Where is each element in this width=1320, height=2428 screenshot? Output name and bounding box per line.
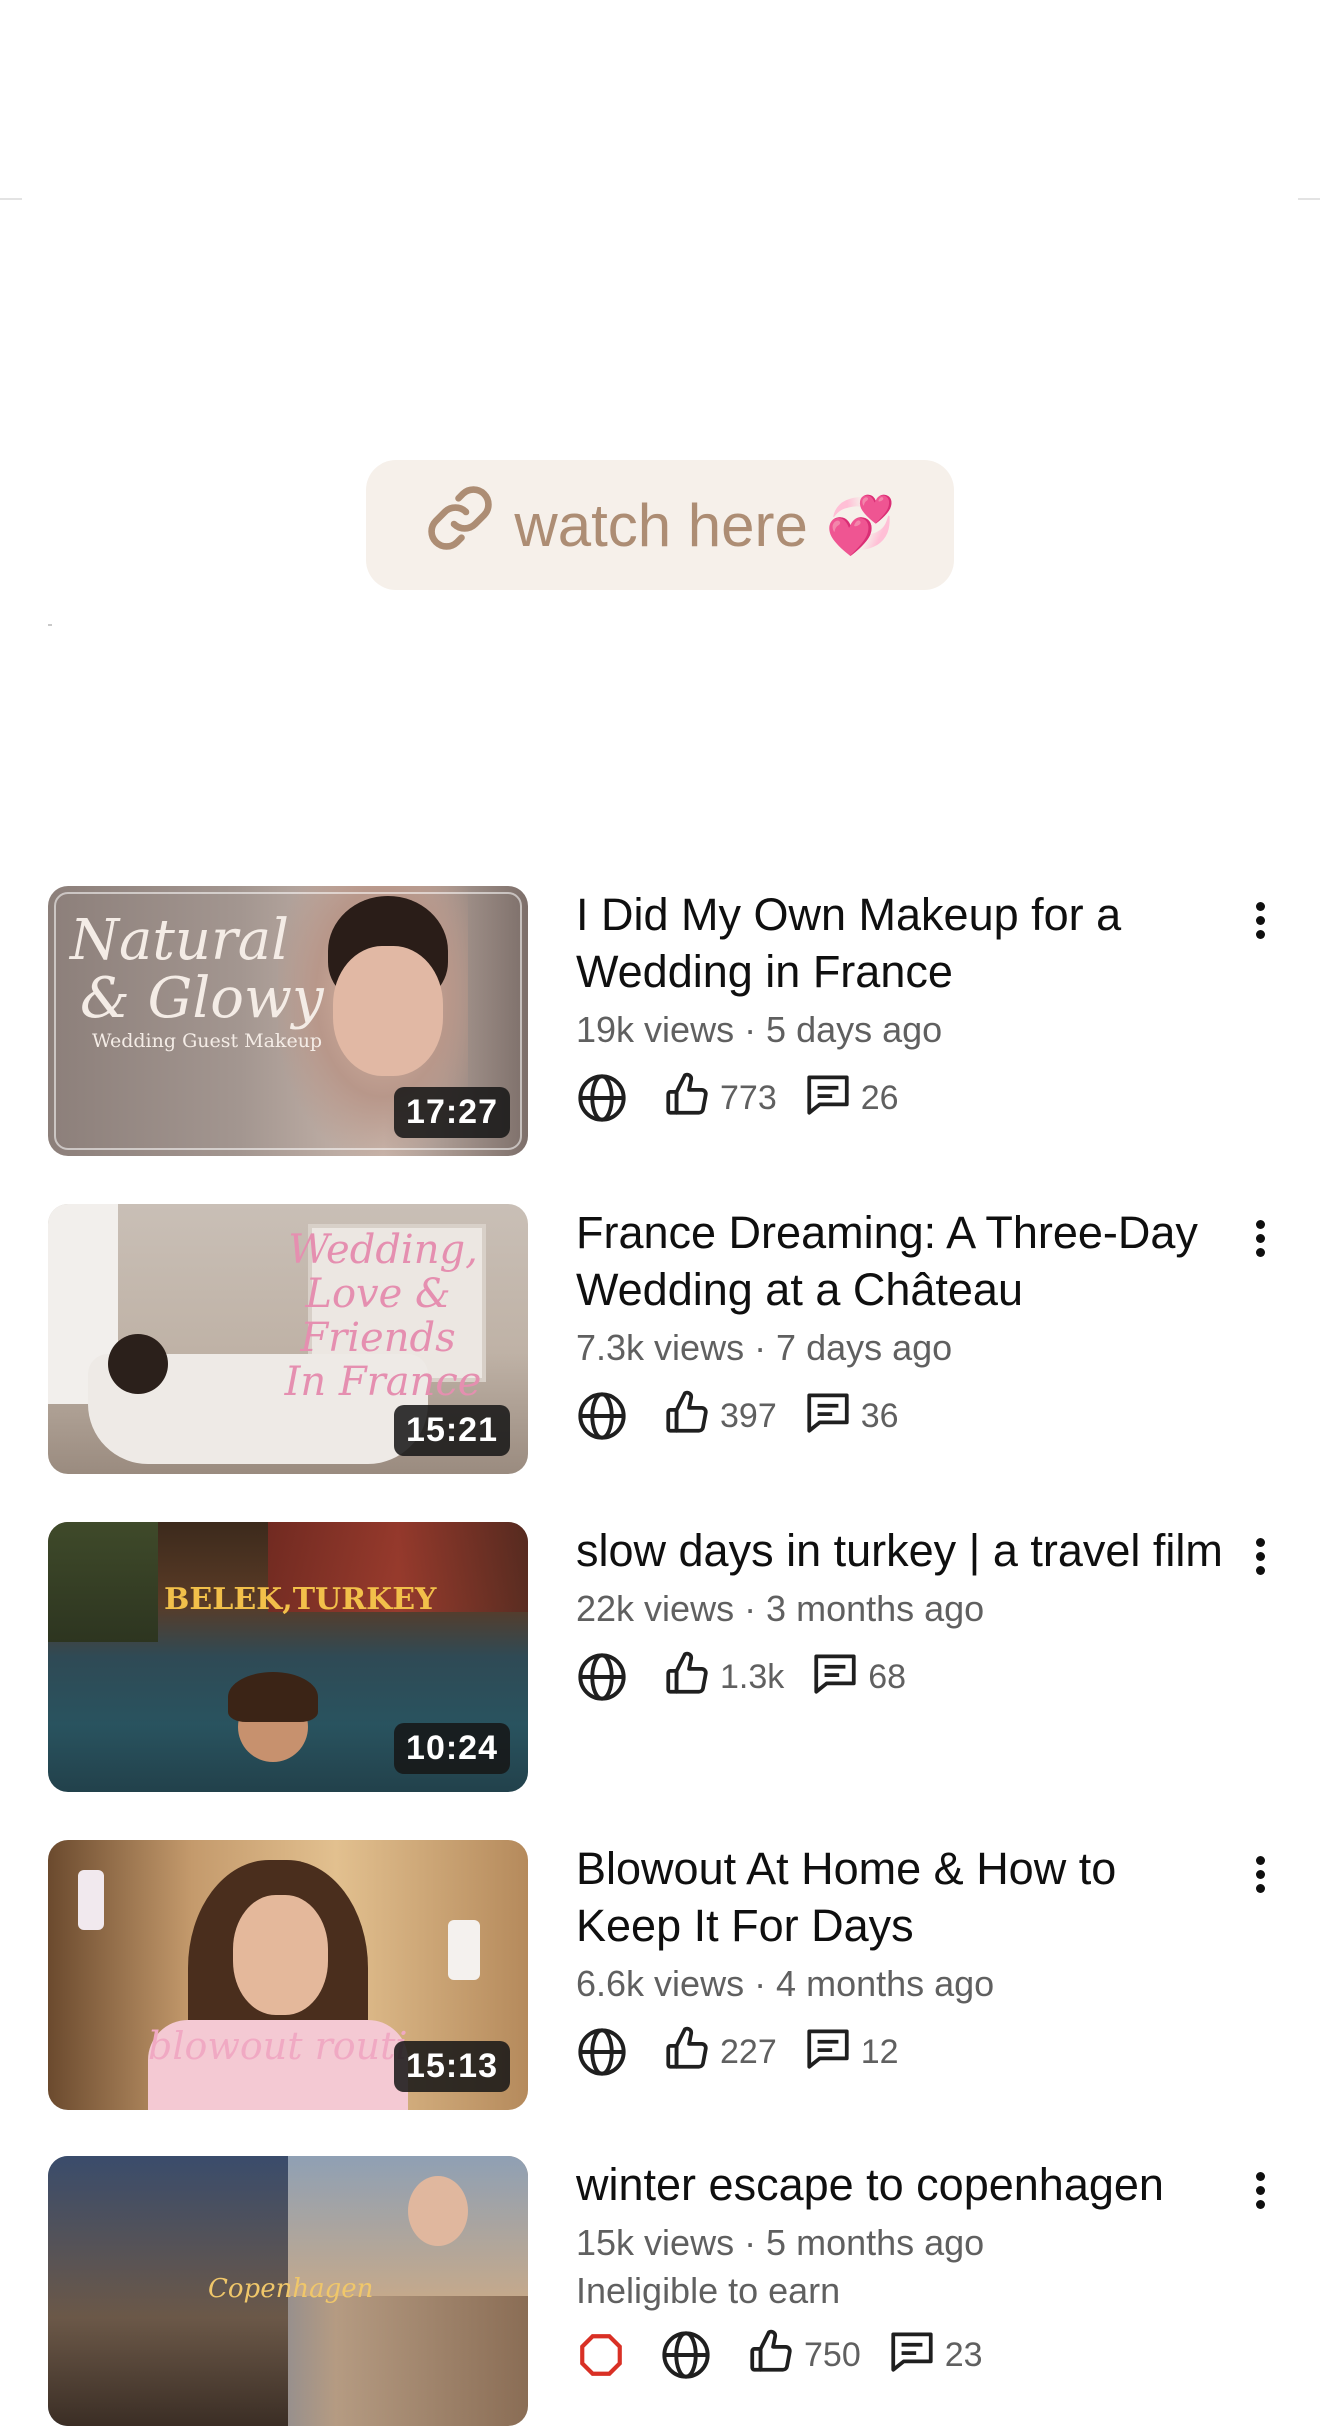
thumbs-up-icon — [662, 2023, 720, 2082]
comment-icon — [803, 1069, 861, 1128]
thumbnail-title: Natural & Glowy Wedding Guest Makeup — [70, 908, 324, 1053]
video-duration: 15:13 — [394, 2041, 510, 2092]
comments-stat: 26 — [803, 1069, 899, 1128]
video-stats: 227 12 — [576, 2026, 1226, 2078]
video-item[interactable]: Natural & Glowy Wedding Guest Makeup 17:… — [48, 886, 1288, 1158]
public-globe-icon — [576, 1072, 636, 1124]
video-thumbnail[interactable]: blowout routi 15:13 — [48, 1840, 528, 2110]
more-options-icon[interactable] — [1232, 1846, 1288, 1902]
video-title[interactable]: slow days in turkey | a travel film — [576, 1522, 1226, 1579]
thumbnail-title: Wedding, Love & Friends In France — [284, 1227, 482, 1405]
likes-stat: 227 — [662, 2023, 777, 2082]
comment-icon — [810, 1648, 868, 1707]
revolving-hearts-emoji: 💞 — [825, 493, 896, 556]
likes-stat: 773 — [662, 1069, 777, 1128]
video-duration: 10:24 — [394, 1723, 510, 1774]
comments-stat: 36 — [803, 1387, 899, 1446]
more-options-icon[interactable] — [1232, 2162, 1288, 2218]
video-stats: 773 26 — [576, 1072, 1226, 1124]
video-item[interactable]: Wedding, Love & Friends In France 15:21 … — [48, 1204, 1288, 1476]
more-options-icon[interactable] — [1232, 892, 1288, 948]
video-item[interactable]: BELEK,TURKEY 10:24 slow days in turkey |… — [48, 1522, 1288, 1794]
video-meta: 22k views · 3 months ago — [576, 1588, 985, 1629]
comments-stat: 23 — [887, 2326, 983, 2385]
public-globe-icon — [576, 1651, 636, 1703]
video-meta: 15k views · 5 months ago — [576, 2222, 985, 2263]
monetization-status: Ineligible to earn — [576, 2270, 841, 2311]
video-item[interactable]: Copenhagen winter escape to copenhagen 1… — [48, 2156, 1288, 2428]
likes-stat: 1.3k — [662, 1648, 784, 1707]
thumbs-up-icon — [662, 1648, 720, 1707]
video-item[interactable]: blowout routi 15:13 Blowout At Home & Ho… — [48, 1840, 1288, 2112]
comments-stat: 12 — [803, 2023, 899, 2082]
public-globe-icon — [660, 2329, 720, 2381]
video-title[interactable]: I Did My Own Makeup for a Wedding in Fra… — [576, 886, 1226, 1000]
video-meta: 6.6k views · 4 months ago — [576, 1963, 995, 2004]
video-thumbnail[interactable]: Wedding, Love & Friends In France 15:21 — [48, 1204, 528, 1474]
thumbnail-title: BELEK,TURKEY — [164, 1582, 437, 1617]
video-duration: 15:21 — [394, 1405, 510, 1456]
stray-mark — [48, 624, 52, 626]
video-stats: 750 23 — [576, 2329, 1226, 2381]
video-title[interactable]: Blowout At Home & How to Keep It For Day… — [576, 1840, 1226, 1954]
monetization-off-icon — [576, 2330, 634, 2380]
video-meta: 7.3k views · 7 days ago — [576, 1327, 953, 1368]
thumbs-up-icon — [662, 1387, 720, 1446]
comments-stat: 68 — [810, 1648, 906, 1707]
link-icon — [424, 482, 496, 568]
video-duration: 17:27 — [394, 1087, 510, 1138]
video-stats: 397 36 — [576, 1390, 1226, 1442]
thumbnail-title: blowout routi — [148, 2024, 408, 2068]
comment-icon — [887, 2326, 945, 2385]
video-thumbnail[interactable]: Copenhagen — [48, 2156, 528, 2426]
video-title[interactable]: France Dreaming: A Three-Day Wedding at … — [576, 1204, 1226, 1318]
thumbnail-title: Copenhagen — [208, 2274, 374, 2304]
video-thumbnail[interactable]: BELEK,TURKEY 10:24 — [48, 1522, 528, 1792]
comment-icon — [803, 1387, 861, 1446]
more-options-icon[interactable] — [1232, 1210, 1288, 1266]
thumbs-up-icon — [746, 2326, 804, 2385]
watch-here-label: watch here — [514, 491, 808, 559]
video-meta: 19k views · 5 days ago — [576, 1009, 943, 1050]
comment-icon — [803, 2023, 861, 2082]
public-globe-icon — [576, 2026, 636, 2078]
watch-here-link-button[interactable]: watch here 💞 — [366, 460, 954, 590]
video-title[interactable]: winter escape to copenhagen — [576, 2156, 1226, 2213]
thumbs-up-icon — [662, 1069, 720, 1128]
public-globe-icon — [576, 1390, 636, 1442]
likes-stat: 750 — [746, 2326, 861, 2385]
divider-right — [1298, 198, 1320, 200]
video-stats: 1.3k 68 — [576, 1651, 1226, 1703]
video-thumbnail[interactable]: Natural & Glowy Wedding Guest Makeup 17:… — [48, 886, 528, 1156]
divider-left — [0, 198, 22, 200]
more-options-icon[interactable] — [1232, 1528, 1288, 1584]
likes-stat: 397 — [662, 1387, 777, 1446]
